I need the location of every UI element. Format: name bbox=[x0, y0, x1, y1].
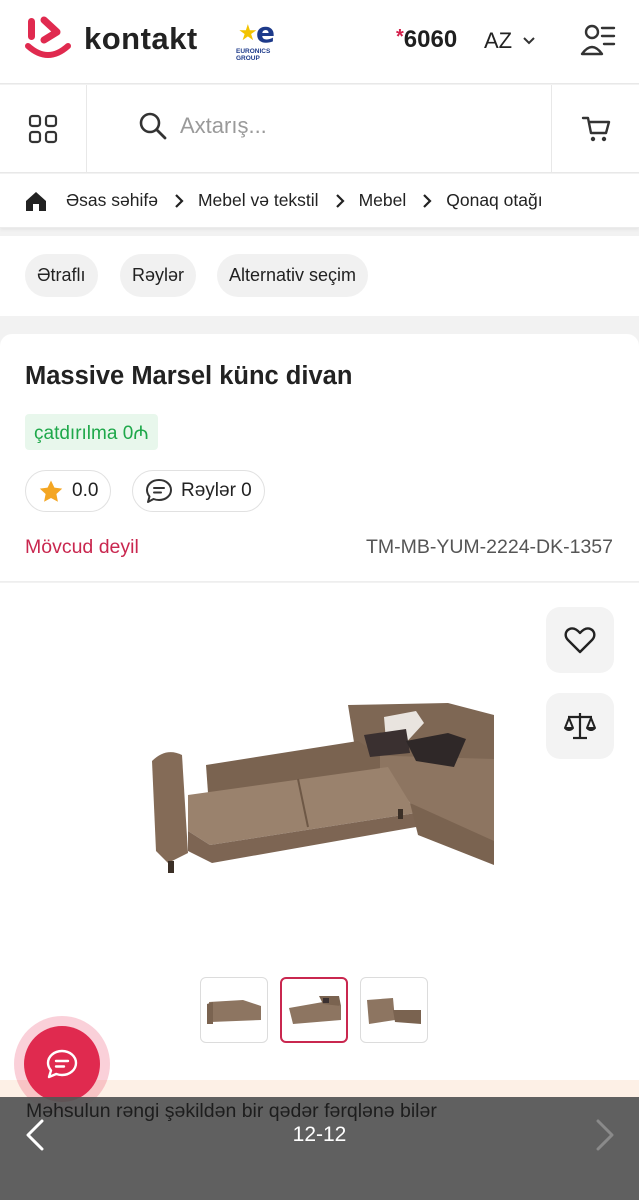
color-notice: Məhsulun rəngi şəkildən bir qədər fərqlə… bbox=[26, 1100, 437, 1122]
thumbnail-2[interactable] bbox=[280, 977, 348, 1043]
search-icon bbox=[139, 112, 167, 140]
product-sku: TM-MB-YUM-2224-DK-1357 bbox=[365, 536, 613, 558]
breadcrumb: Əsas səhifə Mebel və tekstil Mebel Qonaq… bbox=[0, 174, 639, 228]
chevron-right-icon bbox=[422, 193, 432, 209]
euronics-logo: ★ e EURONICS GROUP bbox=[236, 16, 286, 64]
top-header: kontakt ★ e EURONICS GROUP *6060 AZ bbox=[0, 0, 639, 84]
user-menu-icon[interactable] bbox=[580, 22, 616, 63]
kontakt-logo-mark bbox=[25, 16, 71, 58]
product-title: Massive Marsel künc divan bbox=[25, 362, 353, 390]
chevron-right-icon bbox=[174, 193, 184, 209]
availability-status: Mövcud deyil bbox=[25, 536, 139, 558]
tab-alternatives[interactable]: Alternativ seçim bbox=[217, 254, 369, 297]
catalog-button[interactable] bbox=[0, 85, 87, 173]
chat-icon bbox=[46, 1049, 78, 1079]
home-icon[interactable] bbox=[24, 190, 48, 212]
search-input[interactable]: Axtarış... bbox=[138, 111, 267, 141]
tab-details[interactable]: Ətraflı bbox=[25, 254, 98, 297]
thumbnail-1[interactable] bbox=[200, 977, 268, 1043]
search-bar-row: Axtarış... bbox=[0, 85, 639, 173]
thumbnail-3[interactable] bbox=[360, 977, 428, 1043]
breadcrumb-item-living-room[interactable]: Qonaq otağı bbox=[446, 190, 542, 211]
chevron-right-icon bbox=[335, 193, 345, 209]
grid-icon bbox=[28, 114, 58, 144]
brand-name: kontakt bbox=[84, 21, 198, 56]
language-selector[interactable]: AZ bbox=[484, 28, 536, 54]
image-counter: 12-12 bbox=[292, 1123, 347, 1146]
breadcrumb-item-furniture[interactable]: Mebel bbox=[359, 190, 407, 211]
reviews-count: Rəylər 0 bbox=[181, 480, 252, 501]
breadcrumb-item-home[interactable]: Əsas səhifə bbox=[66, 190, 158, 211]
favorite-button[interactable] bbox=[546, 607, 614, 673]
euronics-label: EURONICS GROUP bbox=[236, 48, 271, 62]
svg-text:★: ★ bbox=[238, 21, 258, 46]
star-icon bbox=[39, 480, 63, 502]
cart-icon bbox=[581, 116, 610, 142]
heart-icon bbox=[564, 627, 596, 654]
product-info-card: Massive Marsel künc divan çatdırılma 0₼ … bbox=[0, 334, 639, 582]
breadcrumb-item-furniture-textile[interactable]: Mebel və tekstil bbox=[198, 190, 319, 211]
arrow-right-icon bbox=[596, 1119, 614, 1151]
compare-icon bbox=[564, 713, 596, 740]
next-button[interactable] bbox=[592, 1117, 618, 1158]
svg-text:e: e bbox=[256, 18, 275, 48]
hotline-number[interactable]: *6060 bbox=[396, 26, 457, 54]
kontakt-logo[interactable]: kontakt bbox=[24, 16, 198, 62]
delivery-badge: çatdırılma 0₼ bbox=[25, 414, 158, 450]
rating-pill[interactable]: 0.0 bbox=[25, 470, 112, 512]
comment-icon bbox=[146, 479, 172, 503]
reviews-pill[interactable]: Rəylər 0 bbox=[132, 470, 265, 512]
rating-value: 0.0 bbox=[72, 480, 99, 501]
compare-button[interactable] bbox=[546, 693, 614, 759]
product-image[interactable] bbox=[148, 695, 494, 895]
tab-reviews[interactable]: Rəylər bbox=[120, 254, 197, 297]
search-placeholder: Axtarış... bbox=[180, 113, 267, 138]
chevron-down-icon bbox=[523, 37, 535, 45]
product-tabs: Ətraflı Rəylər Alternativ seçim bbox=[0, 236, 639, 316]
cart-button[interactable] bbox=[551, 85, 639, 173]
language-label: AZ bbox=[484, 28, 513, 53]
product-gallery bbox=[0, 583, 639, 1083]
image-viewer-bar: Məhsulun rəngi şəkildən bir qədər fərqlə… bbox=[0, 1097, 639, 1200]
